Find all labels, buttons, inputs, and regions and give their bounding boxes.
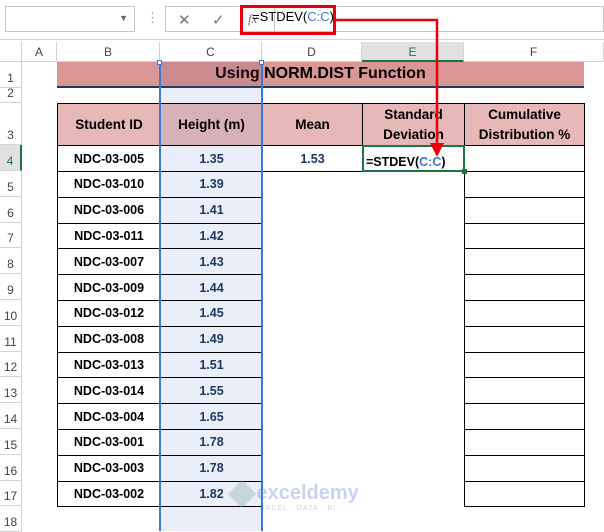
student-id-cell[interactable]: NDC-03-013 — [57, 351, 161, 379]
student-id-cell[interactable]: NDC-03-009 — [57, 274, 161, 301]
student-id-cell[interactable]: NDC-03-005 — [57, 145, 161, 172]
row-header-7[interactable]: 7 — [0, 222, 22, 249]
cumulative-cell[interactable] — [464, 145, 585, 172]
cumulative-cell[interactable] — [464, 248, 585, 276]
active-cell-ref: C:C — [419, 155, 442, 169]
row-header-12[interactable]: 12 — [0, 351, 22, 378]
header-sd-line2: Deviation — [383, 126, 444, 142]
header-cd: Cumulative Distribution % — [464, 103, 585, 146]
column-header-F[interactable]: F — [464, 42, 604, 62]
header-sd-line1: Standard — [384, 106, 443, 122]
select-all-button[interactable] — [0, 42, 22, 62]
enter-icon[interactable]: ✓ — [212, 11, 225, 29]
selection-handle[interactable] — [259, 60, 264, 65]
column-header-E[interactable]: E — [362, 42, 464, 62]
row-header-8[interactable]: 8 — [0, 248, 22, 275]
active-cell-e4[interactable]: =STDEV(C:C) — [362, 145, 465, 172]
row-header-11[interactable]: 11 — [0, 325, 22, 352]
row-header-2[interactable]: 2 — [0, 86, 22, 103]
row-header-15[interactable]: 15 — [0, 429, 22, 455]
student-id-cell[interactable]: NDC-03-010 — [57, 171, 161, 198]
header-mean: Mean — [262, 103, 363, 146]
header-id: Student ID — [57, 103, 161, 146]
student-id-cell[interactable]: NDC-03-014 — [57, 377, 161, 405]
row-header-9[interactable]: 9 — [0, 274, 22, 300]
mean-value-cell[interactable]: 1.53 — [262, 145, 363, 172]
cumulative-cell[interactable] — [464, 196, 585, 224]
cumulative-cell[interactable] — [464, 171, 585, 198]
chevron-down-icon[interactable]: ▼ — [119, 13, 128, 23]
cumulative-cell[interactable] — [464, 480, 585, 508]
student-id-cell[interactable]: NDC-03-004 — [57, 403, 161, 430]
row-header-5[interactable]: 5 — [0, 171, 22, 197]
student-id-cell[interactable]: NDC-03-008 — [57, 325, 161, 353]
cumulative-cell[interactable] — [464, 377, 585, 405]
row-header-3[interactable]: 3 — [0, 103, 22, 145]
column-header-A[interactable]: A — [22, 42, 57, 62]
row-header-4[interactable]: 4 — [0, 145, 22, 171]
header-cd-line2: Distribution % — [478, 126, 571, 142]
cumulative-cell[interactable] — [464, 351, 585, 379]
cumulative-cell[interactable] — [464, 325, 585, 353]
column-c-selection-border — [159, 62, 263, 531]
column-header-B[interactable]: B — [57, 42, 160, 62]
column-header-C[interactable]: C — [160, 42, 262, 62]
header-sd: Standard Deviation — [362, 103, 465, 146]
student-id-cell[interactable]: NDC-03-012 — [57, 300, 161, 327]
formula-highlight-box — [240, 5, 336, 35]
fill-handle[interactable] — [462, 169, 467, 174]
selection-handle[interactable] — [157, 60, 162, 65]
cumulative-cell[interactable] — [464, 300, 585, 327]
watermark-name: exceldemy — [256, 482, 359, 504]
sheet-title: Using NORM.DIST Function — [57, 62, 584, 88]
column-header-D[interactable]: D — [262, 42, 362, 62]
header-cd-line1: Cumulative — [488, 106, 561, 122]
row-header-14[interactable]: 14 — [0, 403, 22, 429]
student-id-cell[interactable]: NDC-03-001 — [57, 429, 161, 456]
row-header-18[interactable]: 18 — [0, 506, 22, 532]
watermark: exceldemy EXCEL · DATA · BI — [227, 479, 359, 512]
row-header-10[interactable]: 10 — [0, 300, 22, 326]
cumulative-cell[interactable] — [464, 274, 585, 301]
row-header-13[interactable]: 13 — [0, 377, 22, 404]
active-cell-prefix: =STDEV( — [366, 155, 420, 169]
cumulative-cell[interactable] — [464, 403, 585, 430]
row-header-16[interactable]: 16 — [0, 454, 22, 481]
cumulative-cell[interactable] — [464, 222, 585, 250]
student-id-cell[interactable]: NDC-03-011 — [57, 222, 161, 250]
student-id-cell[interactable]: NDC-03-002 — [57, 480, 161, 508]
formula-bar: ▼ ⋮ ✕ ✓ fx =STDEV(C:C) — [0, 0, 604, 40]
logo-icon — [227, 479, 257, 508]
cancel-icon[interactable]: ✕ — [178, 11, 191, 29]
more-icon: ⋮ — [146, 10, 159, 25]
row-header-17[interactable]: 17 — [0, 480, 22, 507]
student-id-cell[interactable]: NDC-03-007 — [57, 248, 161, 276]
student-id-cell[interactable]: NDC-03-006 — [57, 196, 161, 224]
cumulative-cell[interactable] — [464, 429, 585, 456]
cumulative-cell[interactable] — [464, 454, 585, 482]
row-header-6[interactable]: 6 — [0, 196, 22, 223]
student-id-cell[interactable]: NDC-03-003 — [57, 454, 161, 482]
watermark-tagline: EXCEL · DATA · BI — [260, 505, 336, 512]
active-cell-suffix: ) — [441, 155, 446, 169]
row-header-1[interactable]: 1 — [0, 62, 22, 88]
name-box[interactable]: ▼ — [5, 6, 135, 32]
